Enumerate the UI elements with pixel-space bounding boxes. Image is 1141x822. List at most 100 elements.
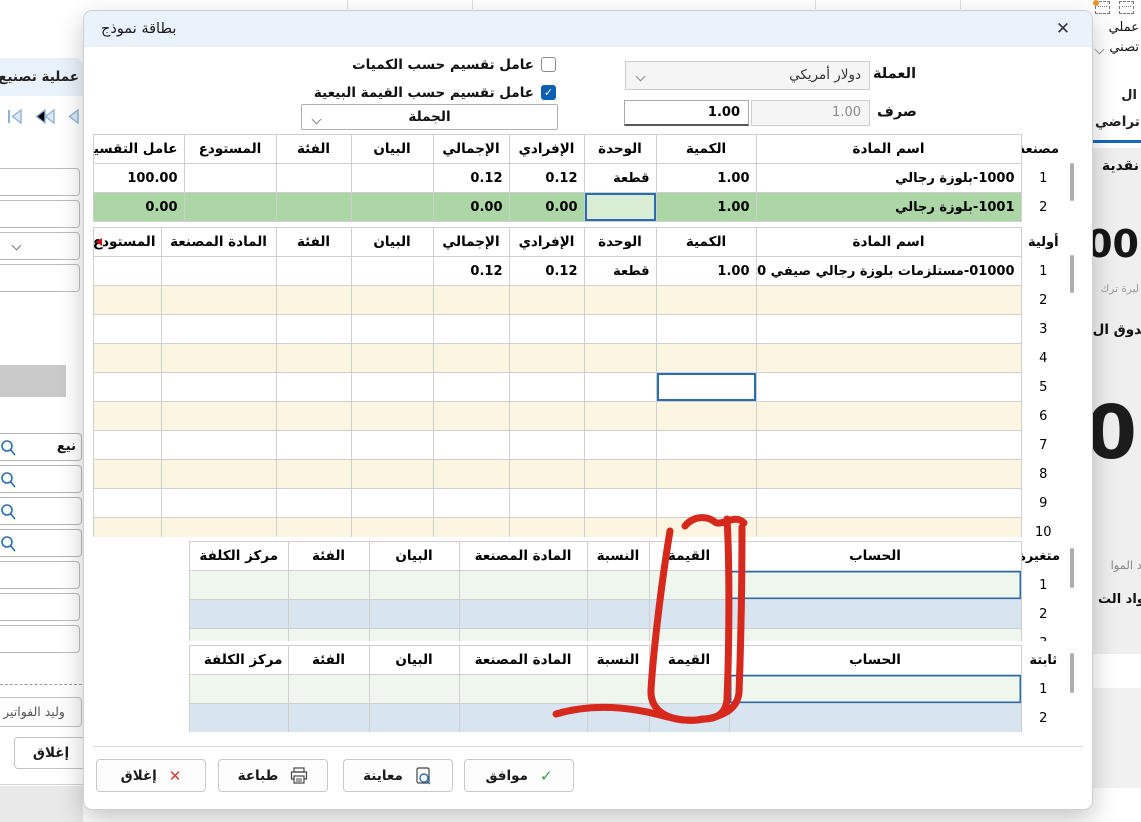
column-header[interactable]: المستودع: [94, 228, 162, 257]
cell[interactable]: 100.00: [94, 164, 185, 193]
cell[interactable]: [161, 402, 276, 431]
cell[interactable]: [276, 257, 351, 286]
column-header[interactable]: الكمية: [656, 228, 756, 257]
column-header[interactable]: الحساب: [729, 542, 1021, 571]
column-header[interactable]: الوحدة: [584, 228, 656, 257]
column-header[interactable]: البيان: [351, 228, 433, 257]
cell[interactable]: 0.12: [433, 257, 509, 286]
cell[interactable]: [509, 518, 584, 538]
cell[interactable]: [649, 629, 729, 642]
cell[interactable]: [459, 600, 587, 629]
column-header[interactable]: النسبة: [587, 646, 649, 675]
cell[interactable]: [656, 344, 756, 373]
cell[interactable]: [351, 460, 433, 489]
cell[interactable]: [433, 402, 509, 431]
cell[interactable]: [369, 675, 459, 704]
cell[interactable]: [276, 164, 351, 193]
column-header[interactable]: الفئة: [288, 542, 369, 571]
cell[interactable]: [433, 344, 509, 373]
bg-input-field[interactable]: [0, 625, 80, 653]
bg-input-field[interactable]: [0, 593, 80, 621]
cell[interactable]: [351, 257, 433, 286]
cell[interactable]: [190, 704, 289, 733]
cell[interactable]: [288, 675, 369, 704]
selected-cell[interactable]: [729, 675, 1021, 704]
cell[interactable]: [656, 315, 756, 344]
cell[interactable]: [729, 600, 1021, 629]
cell[interactable]: قطعة: [584, 164, 656, 193]
cell[interactable]: [756, 373, 1021, 402]
cell[interactable]: [276, 373, 351, 402]
cell[interactable]: [433, 286, 509, 315]
cell[interactable]: [433, 373, 509, 402]
grid-tool-icon[interactable]: [1119, 1, 1134, 14]
cell[interactable]: [276, 518, 351, 538]
column-header[interactable]: عامل التقسيم: [94, 135, 185, 164]
fast-previous-icon[interactable]: [34, 108, 56, 125]
cell[interactable]: [161, 257, 276, 286]
cell[interactable]: [369, 571, 459, 600]
cell[interactable]: [161, 344, 276, 373]
cell[interactable]: [190, 571, 289, 600]
cell[interactable]: 1000-بلوزة رجالي: [756, 164, 1021, 193]
cell[interactable]: [161, 518, 276, 538]
checkbox-split-by-sale-value[interactable]: ✓: [541, 85, 556, 100]
cell[interactable]: [756, 489, 1021, 518]
cell[interactable]: [161, 373, 276, 402]
cell[interactable]: [459, 675, 587, 704]
column-header[interactable]: اسم المادة: [756, 228, 1021, 257]
bg-search-field[interactable]: [0, 465, 82, 493]
cell[interactable]: [587, 571, 649, 600]
cell[interactable]: [584, 489, 656, 518]
cell[interactable]: [276, 344, 351, 373]
cell[interactable]: [351, 373, 433, 402]
cell[interactable]: [756, 315, 1021, 344]
bg-input-field[interactable]: [0, 200, 80, 228]
column-header[interactable]: القيمة: [649, 542, 729, 571]
cell[interactable]: [369, 600, 459, 629]
cell[interactable]: [94, 489, 162, 518]
cell[interactable]: [94, 315, 162, 344]
scrollbar-thumb[interactable]: [1070, 548, 1074, 588]
cell[interactable]: [190, 629, 289, 642]
cell[interactable]: 0.12: [509, 257, 584, 286]
column-header[interactable]: النسبة: [587, 542, 649, 571]
cell[interactable]: [656, 518, 756, 538]
cell[interactable]: [756, 460, 1021, 489]
scrollbar-thumb[interactable]: [1070, 653, 1074, 693]
selected-cell[interactable]: [584, 193, 656, 222]
cell[interactable]: [756, 518, 1021, 538]
close-icon[interactable]: ✕: [1050, 16, 1076, 42]
column-header[interactable]: مركز الكلفة: [190, 542, 289, 571]
currency-combobox[interactable]: دولار أمريكي: [625, 61, 870, 90]
selected-cell[interactable]: [656, 373, 756, 402]
column-header[interactable]: الفئة: [276, 228, 351, 257]
column-header[interactable]: البيان: [369, 646, 459, 675]
generate-invoices-button[interactable]: وليد الفواتير: [0, 697, 82, 727]
cell[interactable]: [656, 460, 756, 489]
cell[interactable]: [433, 431, 509, 460]
cell[interactable]: [94, 431, 162, 460]
cell[interactable]: [433, 489, 509, 518]
cell[interactable]: 0.00: [433, 193, 509, 222]
cell[interactable]: [509, 402, 584, 431]
cell[interactable]: [584, 402, 656, 431]
cell[interactable]: [584, 431, 656, 460]
cell[interactable]: [656, 286, 756, 315]
exchange-rate-input[interactable]: 1.00: [624, 100, 749, 126]
cell[interactable]: [433, 518, 509, 538]
cell[interactable]: [276, 193, 351, 222]
preview-button[interactable]: معاينة: [343, 759, 453, 792]
cell[interactable]: [509, 431, 584, 460]
cell[interactable]: 1001-بلوزة رجالي: [756, 193, 1021, 222]
cell[interactable]: 1.00: [656, 193, 756, 222]
cell[interactable]: [161, 460, 276, 489]
cell[interactable]: [276, 489, 351, 518]
cell[interactable]: [161, 286, 276, 315]
cell[interactable]: [433, 315, 509, 344]
cell[interactable]: [288, 704, 369, 733]
column-header[interactable]: البيان: [351, 135, 433, 164]
previous-record-icon[interactable]: [65, 108, 81, 125]
cell[interactable]: [656, 431, 756, 460]
cell[interactable]: [584, 460, 656, 489]
